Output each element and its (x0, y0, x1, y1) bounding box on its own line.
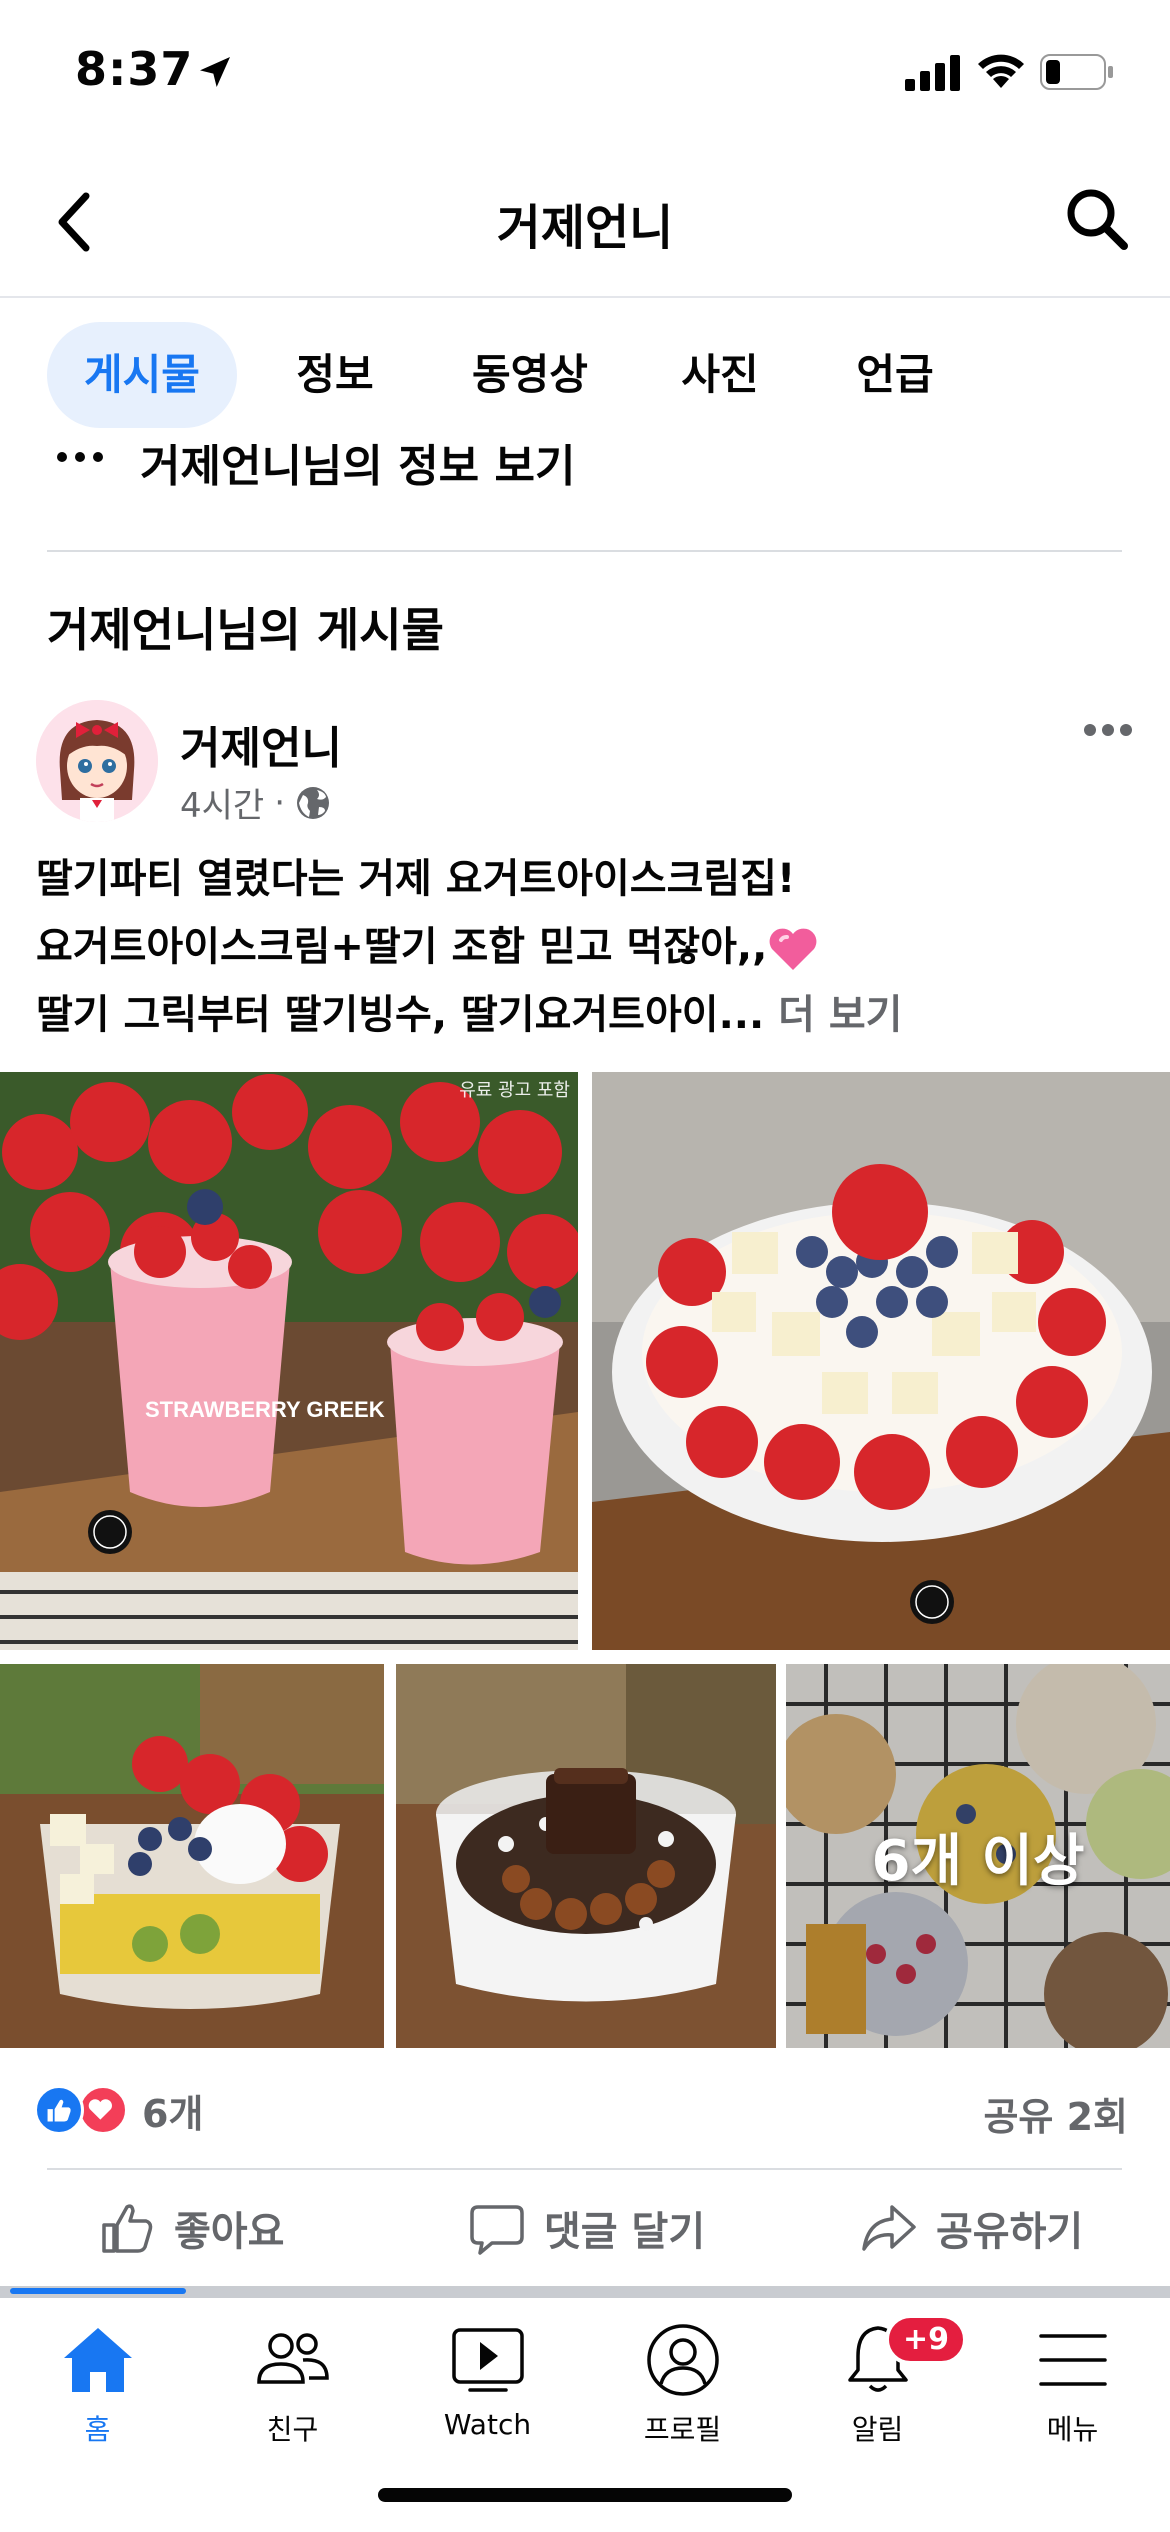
nav-menu[interactable]: 메뉴 (975, 2320, 1170, 2448)
post-text-line: 딸기파티 열렸다는 거제 요거트아이스크림집! (36, 856, 796, 902)
post-text-line-content: 요거트아이스크림+딸기 조합 믿고 먹잖아,, (36, 924, 768, 970)
tab-videos[interactable]: 동영상 (450, 322, 610, 428)
globe-icon (297, 786, 330, 819)
post-photo-strawberry-bingsu[interactable] (592, 1072, 1170, 1650)
post-photo-brownie-yogurt[interactable] (396, 1664, 776, 2048)
active-tab-indicator (10, 2288, 186, 2294)
battery-icon (1040, 54, 1113, 90)
post-text-line-content: 딸기 그릭부터 딸기빙수, 딸기요거트아이... (36, 992, 765, 1038)
nav-friends-label: 친구 (266, 2413, 319, 2446)
tab-posts[interactable]: 게시물 (47, 322, 237, 428)
see-more-link[interactable]: 더 보기 (778, 992, 902, 1038)
like-reaction-icon (34, 2085, 84, 2135)
nav-watch-label: Watch (443, 2408, 532, 2441)
status-time: 8:37 (75, 42, 194, 96)
love-reaction-icon (78, 2085, 128, 2135)
page-title: 거제언니 (496, 200, 674, 256)
nav-notifications-label: 알림 (851, 2413, 904, 2446)
nav-home[interactable]: 홈 (0, 2320, 195, 2448)
menu-icon (1038, 2334, 1107, 2386)
divider (47, 550, 1122, 552)
meta-separator: · (274, 782, 286, 823)
share-button[interactable]: 공유하기 (860, 2170, 1083, 2286)
page-info-label: 거제언니님의 정보 보기 (140, 441, 576, 490)
page-tabs: 게시물 정보 동영상 사진 언급 (0, 300, 1170, 430)
nav-profile-label: 프로필 (643, 2413, 722, 2446)
like-label: 좋아요 (174, 2209, 285, 2255)
post-author[interactable]: 거제언니 (180, 712, 342, 776)
post-actions: 좋아요 댓글 달기 공유하기 (0, 2170, 1170, 2286)
home-icon (63, 2328, 132, 2392)
like-button[interactable]: 좋아요 (98, 2170, 284, 2286)
thumbs-up-icon (102, 2204, 153, 2253)
location-arrow-icon (200, 57, 230, 87)
profile-icon (646, 2324, 719, 2396)
status-bar: 8:37 (0, 0, 1170, 150)
reaction-count: 6개 (142, 2091, 204, 2136)
post-photo-more[interactable]: 6개 이상 (786, 1664, 1170, 2048)
post-photo-fruit-yogurt[interactable] (0, 1664, 384, 2048)
more-dots-icon (57, 452, 103, 462)
share-count[interactable]: 공유 2회 (983, 2086, 1128, 2141)
notification-badge: +9 (885, 2314, 968, 2365)
nav-watch[interactable]: Watch (390, 2320, 585, 2441)
nav-home-label: 홈 (84, 2413, 111, 2446)
comment-icon (470, 2205, 524, 2255)
pink-heart-emoji-icon (769, 928, 817, 970)
wifi-icon (978, 54, 1024, 88)
paid-ad-label: 유료 광고 포함 (459, 1080, 570, 1101)
reaction-summary[interactable]: 6개 (34, 2082, 203, 2138)
post-text: 딸기파티 열렸다는 거제 요거트아이스크림집! 요거트아이스크림+딸기 조합 믿… (36, 845, 1136, 1049)
post-time[interactable]: 4시간 (180, 778, 264, 827)
search-icon[interactable] (1062, 184, 1132, 254)
nav-profile[interactable]: 프로필 (585, 2320, 780, 2448)
nav-notifications[interactable]: +9 알림 (780, 2314, 975, 2448)
post-meta: 4시간 · (180, 778, 331, 827)
home-indicator (378, 2488, 792, 2502)
watch-icon (451, 2328, 524, 2392)
comment-button[interactable]: 댓글 달기 (468, 2170, 705, 2286)
post-text-line: 요거트아이스크림+딸기 조합 믿고 먹잖아,, (36, 913, 1136, 981)
share-arrow-icon (862, 2205, 916, 2251)
cellular-signal-icon (905, 55, 960, 91)
comment-label: 댓글 달기 (544, 2209, 706, 2255)
tab-photos[interactable]: 사진 (660, 322, 780, 428)
more-photos-overlay[interactable]: 6개 이상 (786, 1664, 1170, 2048)
section-title: 거제언니님의 게시물 (47, 603, 444, 657)
page-header: 거제언니 (0, 150, 1170, 298)
nav-menu-label: 메뉴 (1046, 2413, 1099, 2446)
post-text-line: 딸기 그릭부터 딸기빙수, 딸기요거트아이... 더 보기 (36, 981, 1136, 1049)
nav-friends[interactable]: 친구 (195, 2320, 390, 2448)
post-options-icon[interactable] (1082, 722, 1134, 738)
cup-label-text: STRAWBERRY GREEK (145, 1397, 385, 1422)
post-photo-strawberry-cups[interactable]: STRAWBERRY GREEK 유료 광고 포함 (0, 1072, 578, 1650)
avatar[interactable] (36, 700, 158, 822)
friends-icon (256, 2333, 329, 2384)
tab-mentions[interactable]: 언급 (835, 322, 955, 428)
share-label: 공유하기 (936, 2209, 1084, 2255)
tab-info[interactable]: 정보 (275, 322, 395, 428)
